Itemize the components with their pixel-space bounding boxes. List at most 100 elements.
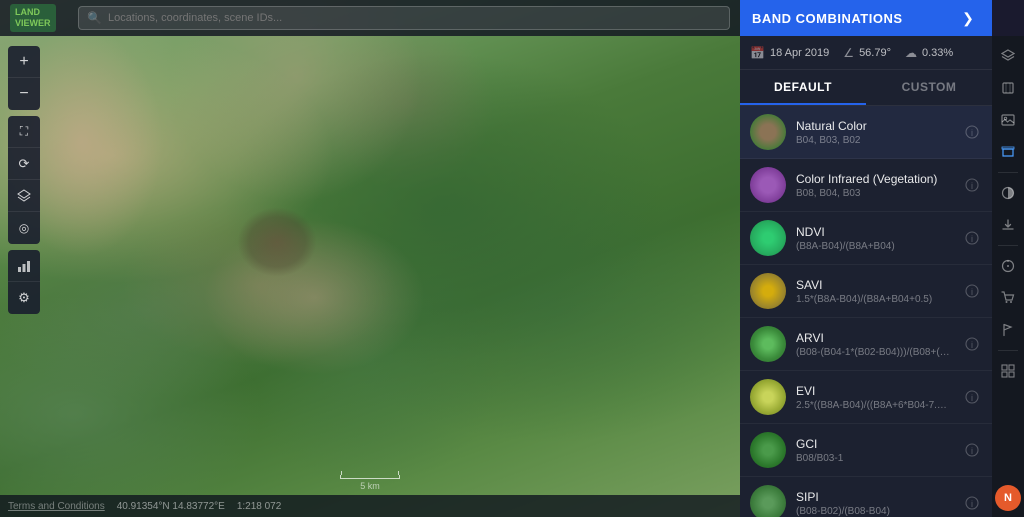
chart-button[interactable] [8, 250, 40, 282]
zoom-in-button[interactable]: + [8, 46, 40, 78]
sidebar-divider-1 [998, 172, 1018, 173]
band-thumbnail-gci [750, 432, 786, 468]
fullscreen-button[interactable]: ⛶ [8, 116, 40, 148]
band-name-evi: EVI [796, 384, 952, 398]
band-thumbnail-ndvi [750, 220, 786, 256]
band-name-ndvi: NDVI [796, 225, 952, 239]
band-info-button-ndvi[interactable]: i [962, 228, 982, 248]
tab-default[interactable]: DEFAULT [740, 70, 866, 105]
band-info-gci: GCIB08/B03-1 [796, 437, 952, 464]
panel-tabs: DEFAULT CUSTOM [740, 70, 992, 106]
svg-text:i: i [971, 287, 973, 297]
search-bar[interactable]: 🔍 [78, 6, 730, 30]
band-name-arvi: ARVI [796, 331, 952, 345]
band-info-button-sipi[interactable]: i [962, 493, 982, 513]
zoom-out-button[interactable]: − [8, 78, 40, 110]
location-button[interactable]: ◎ [8, 212, 40, 244]
map-volcano [237, 207, 317, 277]
band-formula-ndvi: (B8A-B04)/(B8A+B04) [796, 241, 952, 252]
band-item-ndvi[interactable]: NDVI (B8A-B04)/(B8A+B04) i [740, 212, 992, 265]
cloud-value: 0.33% [922, 47, 953, 59]
map-container[interactable]: LAND VIEWER 🔍 + − ⛶ ⟳ ◎ [0, 0, 740, 517]
scale-label: 5 km [360, 481, 380, 491]
band-thumbnail-savi [750, 273, 786, 309]
band-formula-evi: 2.5*((B8A-B04)/((B8A+6*B04-7.5*B02)+... [796, 400, 952, 411]
panel-title: BAND COMBINATIONS [752, 11, 903, 26]
band-info-button-natural-color[interactable]: i [962, 122, 982, 142]
coordinates-display: 40.91354°N 14.83772°E [117, 501, 225, 512]
band-item-evi[interactable]: EVI 2.5*((B8A-B04)/((B8A+6*B04-7.5*B02)+.… [740, 371, 992, 424]
band-item-sipi[interactable]: SIPI (B08-B02)/(B08-B04) i [740, 477, 992, 517]
terms-link[interactable]: Terms and Conditions [8, 501, 105, 512]
analysis-controls: ⚙ [8, 250, 40, 314]
logo: LAND VIEWER [10, 4, 70, 32]
band-formula-natural-color: B04, B03, B02 [796, 135, 952, 146]
cloud-icon: ☁ [905, 46, 917, 60]
band-name-natural-color: Natural Color [796, 119, 952, 133]
band-item-savi[interactable]: SAVI 1.5*(B8A-B04)/(B8A+B04+0.5) i [740, 265, 992, 318]
band-name-color-infrared: Color Infrared (Vegetation) [796, 172, 952, 186]
band-info-ndvi: NDVI (B8A-B04)/(B8A+B04) [796, 225, 952, 252]
band-name-savi: SAVI [796, 278, 952, 292]
svg-text:i: i [971, 446, 973, 456]
band-info-arvi: ARVI (B08-(B04-1*(B02-B04)))/(B08+(B04-1*… [796, 331, 952, 358]
sidebar-divider-2 [998, 245, 1018, 246]
svg-text:i: i [971, 340, 973, 350]
band-thumbnail-color-infrared [750, 167, 786, 203]
cloud-info: ☁ 0.33% [905, 46, 953, 60]
sidebar-measure-icon[interactable] [994, 252, 1022, 280]
right-panel: BAND COMBINATIONS ❯ 📅 18 Apr 2019 ∠ 56.7… [740, 0, 992, 517]
band-item-gci[interactable]: GCIB08/B03-1 i [740, 424, 992, 477]
sidebar-divider-3 [998, 350, 1018, 351]
band-info-button-arvi[interactable]: i [962, 334, 982, 354]
band-info-color-infrared: Color Infrared (Vegetation)B08, B04, B03 [796, 172, 952, 199]
search-input[interactable] [108, 12, 721, 24]
svg-text:i: i [971, 128, 973, 138]
sidebar-flag-icon[interactable] [994, 316, 1022, 344]
band-info-sipi: SIPI (B08-B02)/(B08-B04) [796, 490, 952, 517]
band-info-button-evi[interactable]: i [962, 387, 982, 407]
scale-bar: 5 km [340, 475, 400, 491]
panel-info-row: 📅 18 Apr 2019 ∠ 56.79° ☁ 0.33% [740, 36, 992, 70]
band-thumbnail-sipi [750, 485, 786, 517]
band-name-sipi: SIPI [796, 490, 952, 504]
sidebar-cart-icon[interactable] [994, 284, 1022, 312]
band-info-button-savi[interactable]: i [962, 281, 982, 301]
sidebar-download-icon[interactable] [994, 211, 1022, 239]
sidebar-grid-icon[interactable] [994, 357, 1022, 385]
band-formula-arvi: (B08-(B04-1*(B02-B04)))/(B08+(B04-1*(... [796, 347, 952, 358]
band-item-arvi[interactable]: ARVI (B08-(B04-1*(B02-B04)))/(B08+(B04-1*… [740, 318, 992, 371]
rotate-button[interactable]: ⟳ [8, 148, 40, 180]
svg-text:i: i [971, 234, 973, 244]
top-bar: LAND VIEWER 🔍 [0, 0, 740, 36]
band-item-color-infrared[interactable]: Color Infrared (Vegetation)B08, B04, B03… [740, 159, 992, 212]
sidebar-crop-icon[interactable] [994, 74, 1022, 102]
band-formula-sipi: (B08-B02)/(B08-B04) [796, 506, 952, 517]
angle-value: 56.79° [859, 47, 891, 59]
band-name-gci: GCI [796, 437, 952, 451]
svg-text:i: i [971, 181, 973, 191]
band-formula-savi: 1.5*(B8A-B04)/(B8A+B04+0.5) [796, 294, 952, 305]
zoom-controls: + − [8, 46, 40, 110]
angle-icon: ∠ [843, 46, 854, 60]
calendar-icon: 📅 [750, 46, 765, 60]
band-info-button-color-infrared[interactable]: i [962, 175, 982, 195]
band-item-natural-color[interactable]: Natural Color B04, B03, B02 i [740, 106, 992, 159]
icon-sidebar: N [992, 36, 1024, 517]
settings-button[interactable]: ⚙ [8, 282, 40, 314]
sidebar-image-icon[interactable] [994, 106, 1022, 134]
zoom-level-display: 1:218 072 [237, 501, 282, 512]
sidebar-layers-icon[interactable] [994, 42, 1022, 70]
sidebar-contrast-icon[interactable] [994, 179, 1022, 207]
panel-close-button[interactable]: ❯ [956, 6, 980, 30]
search-icon: 🔍 [87, 11, 102, 25]
avatar[interactable]: N [995, 485, 1021, 511]
band-list[interactable]: Natural ColorB04, B03, B02iColor Infrare… [740, 106, 992, 517]
band-thumbnail-arvi [750, 326, 786, 362]
sidebar-stack-icon[interactable] [994, 138, 1022, 166]
tab-custom[interactable]: CUSTOM [866, 70, 992, 105]
band-info-button-gci[interactable]: i [962, 440, 982, 460]
band-info-savi: SAVI 1.5*(B8A-B04)/(B8A+B04+0.5) [796, 278, 952, 305]
scale-line [340, 475, 400, 479]
layers-button[interactable] [8, 180, 40, 212]
